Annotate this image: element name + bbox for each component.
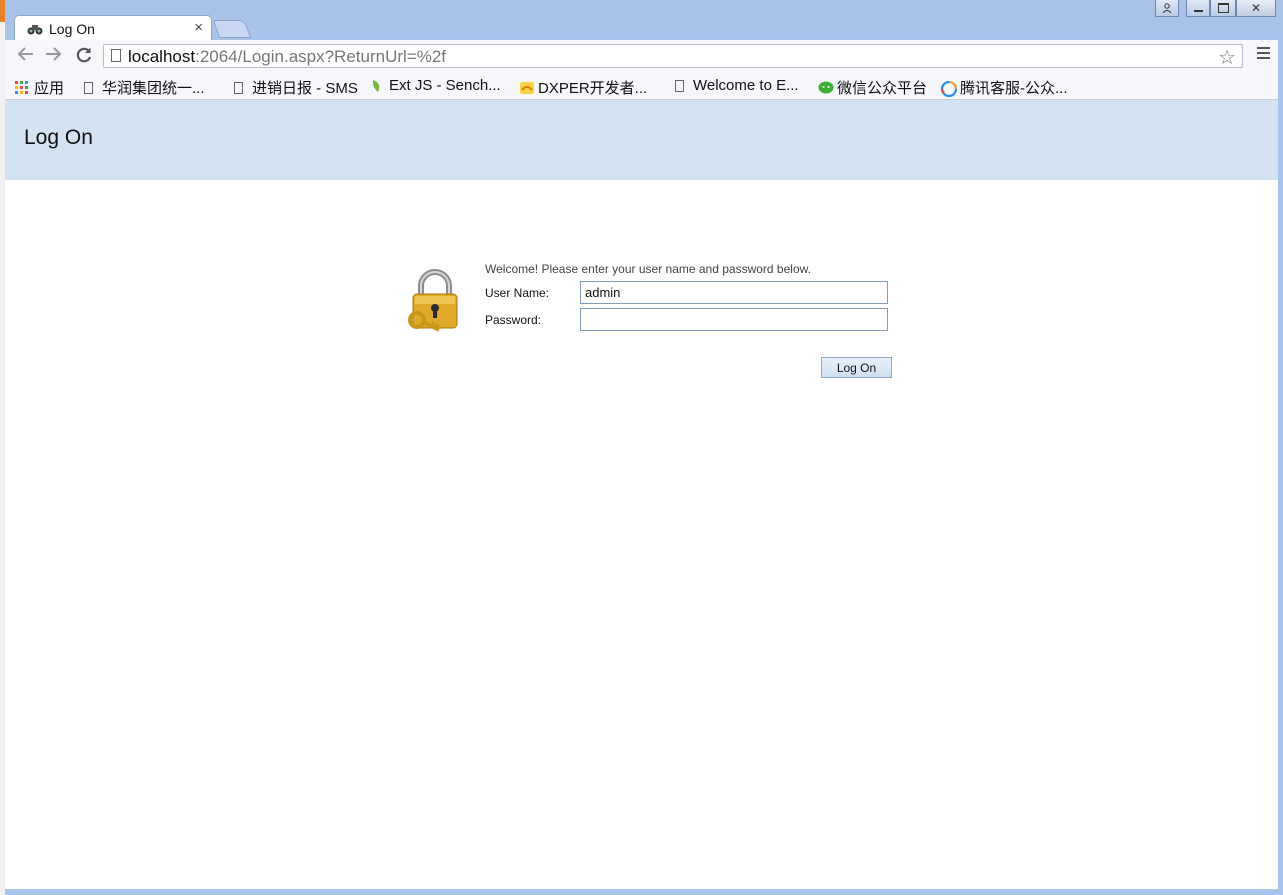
window-frame-right (1278, 40, 1283, 895)
profile-icon[interactable] (1155, 0, 1179, 17)
bookmark-label: 华润集团统一... (102, 80, 205, 97)
bookmark-item[interactable]: Welcome to E... (673, 77, 799, 94)
bookmarks-bar: 应用 华润集团统一... 进销日报 - SMS Ext JS - Sench..… (5, 72, 1278, 100)
address-bar[interactable]: localhost:2064/Login.aspx?ReturnUrl=%2f … (103, 44, 1243, 70)
browser-toolbar: localhost:2064/Login.aspx?ReturnUrl=%2f … (5, 40, 1278, 72)
bookmark-label: 进销日报 - SMS (252, 80, 358, 97)
menu-icon[interactable] (1257, 47, 1270, 62)
binoculars-icon (27, 25, 43, 35)
maximize-button[interactable] (1210, 0, 1236, 17)
bookmark-label: Ext JS - Sench... (389, 77, 501, 94)
tab-title: Log On (49, 21, 95, 37)
password-label: Password: (485, 313, 542, 327)
close-window-button[interactable]: ✕ (1236, 0, 1276, 17)
bookmark-item[interactable]: 腾讯客服-公众... (940, 77, 1068, 98)
apps-grid-icon (15, 80, 29, 95)
page-icon (675, 79, 684, 92)
bookmark-item[interactable]: 微信公众平台 (818, 77, 927, 98)
bookmark-apps[interactable]: 应用 (15, 77, 64, 98)
page-content: Log On Welcome! Please enter your user n… (5, 100, 1278, 890)
bookmark-item[interactable]: Ext JS - Sench... (370, 77, 501, 94)
bookmark-label: 微信公众平台 (837, 80, 928, 97)
padlock-key-icon (408, 269, 458, 332)
bookmark-item[interactable]: 华润集团统一... (82, 77, 205, 98)
forward-arrow-icon[interactable] (45, 46, 63, 67)
page-title: Log On (24, 126, 93, 149)
page-icon (111, 49, 121, 62)
bookmark-label: Welcome to E... (693, 77, 799, 94)
username-label: User Name: (485, 286, 550, 300)
page-icon (234, 81, 243, 94)
window-frame-bottom (5, 889, 1278, 895)
page-icon (84, 81, 93, 94)
password-input[interactable] (580, 308, 888, 331)
minimize-button[interactable] (1186, 0, 1210, 17)
tab-close-icon[interactable]: × (194, 19, 203, 36)
bookmark-label: 腾讯客服-公众... (960, 80, 1068, 97)
bookmark-star-icon[interactable]: ☆ (1218, 45, 1236, 70)
username-input[interactable] (580, 281, 888, 304)
dxper-icon (519, 81, 534, 95)
new-tab-button[interactable] (212, 20, 252, 38)
bookmark-item[interactable]: DXPER开发者... (519, 77, 647, 98)
wechat-icon (818, 81, 834, 95)
welcome-message: Welcome! Please enter your user name and… (485, 262, 811, 276)
extjs-leaf-icon (370, 79, 384, 93)
back-arrow-icon[interactable] (16, 46, 34, 67)
reload-icon[interactable] (75, 46, 93, 69)
bookmark-label: 应用 (34, 80, 65, 97)
tencent-icon (940, 80, 958, 97)
page-header: Log On (5, 100, 1278, 180)
bookmark-item[interactable]: 进销日报 - SMS (232, 77, 358, 98)
bookmark-label: DXPER开发者... (538, 80, 648, 97)
url-text: localhost:2064/Login.aspx?ReturnUrl=%2f (128, 47, 447, 66)
logon-button[interactable]: Log On (821, 357, 892, 378)
browser-tab[interactable]: Log On × (14, 15, 212, 41)
